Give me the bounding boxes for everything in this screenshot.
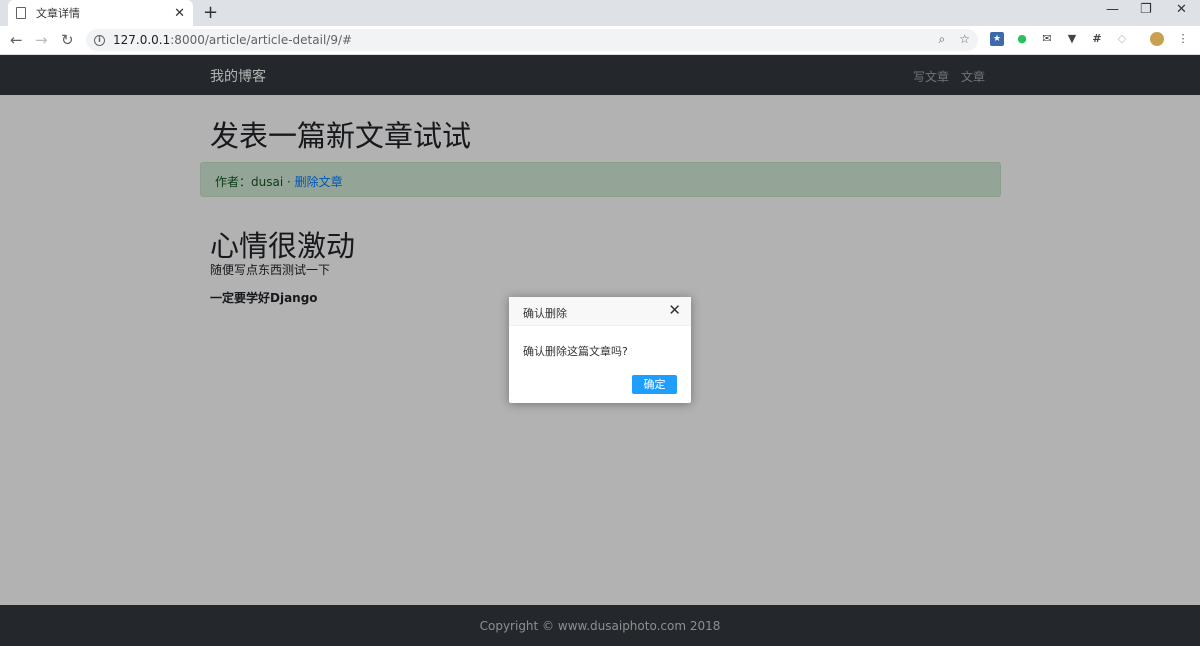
zoom-icon[interactable]: ⌕ xyxy=(939,32,946,47)
mail-icon[interactable]: ✉ xyxy=(1040,32,1054,46)
page-icon xyxy=(16,7,26,19)
new-tab-button[interactable]: + xyxy=(203,2,218,23)
browser-tab-strip: 文章详情 ✕ + — ❐ ✕ xyxy=(0,0,1200,26)
dialog-title: 确认删除 xyxy=(523,307,567,320)
url-text: 127.0.0.1:8000/article/article-detail/9/… xyxy=(113,33,353,47)
bookmark-star-icon[interactable]: ☆ xyxy=(959,32,970,47)
browser-tab[interactable]: 文章详情 ✕ xyxy=(8,0,193,26)
restore-icon[interactable]: ❐ xyxy=(1140,2,1152,17)
back-icon[interactable]: ← xyxy=(10,31,23,49)
dialog-message: 确认删除这篇文章吗? xyxy=(523,345,628,358)
confirm-delete-dialog: 确认删除 ✕ 确认删除这篇文章吗? 确定 xyxy=(509,297,691,403)
browser-toolbar: ← → ↻ i 127.0.0.1:8000/article/article-d… xyxy=(0,26,1200,55)
menu-icon[interactable]: ⋮ xyxy=(1176,32,1190,46)
address-bar[interactable]: i 127.0.0.1:8000/article/article-detail/… xyxy=(86,29,978,51)
reload-icon[interactable]: ↻ xyxy=(61,31,74,49)
forward-icon[interactable]: → xyxy=(35,31,48,49)
avatar[interactable] xyxy=(1150,32,1164,46)
confirm-button[interactable]: 确定 xyxy=(632,375,677,394)
minimize-icon[interactable]: — xyxy=(1106,2,1119,17)
input-method-icon[interactable]: # xyxy=(1090,32,1104,46)
vpn-icon[interactable]: ▼ xyxy=(1065,32,1079,46)
window-close-icon[interactable]: ✕ xyxy=(1176,2,1187,17)
close-icon[interactable]: ✕ xyxy=(668,302,681,318)
evernote-icon[interactable]: ● xyxy=(1015,32,1029,46)
tab-title: 文章详情 xyxy=(36,7,80,20)
site-info-icon[interactable]: i xyxy=(94,34,105,46)
extension-icon[interactable]: ★ xyxy=(990,32,1004,46)
dialog-header: 确认删除 ✕ xyxy=(509,297,691,326)
shield-icon[interactable]: ◇ xyxy=(1115,32,1129,46)
tab-close-icon[interactable]: ✕ xyxy=(174,6,185,21)
